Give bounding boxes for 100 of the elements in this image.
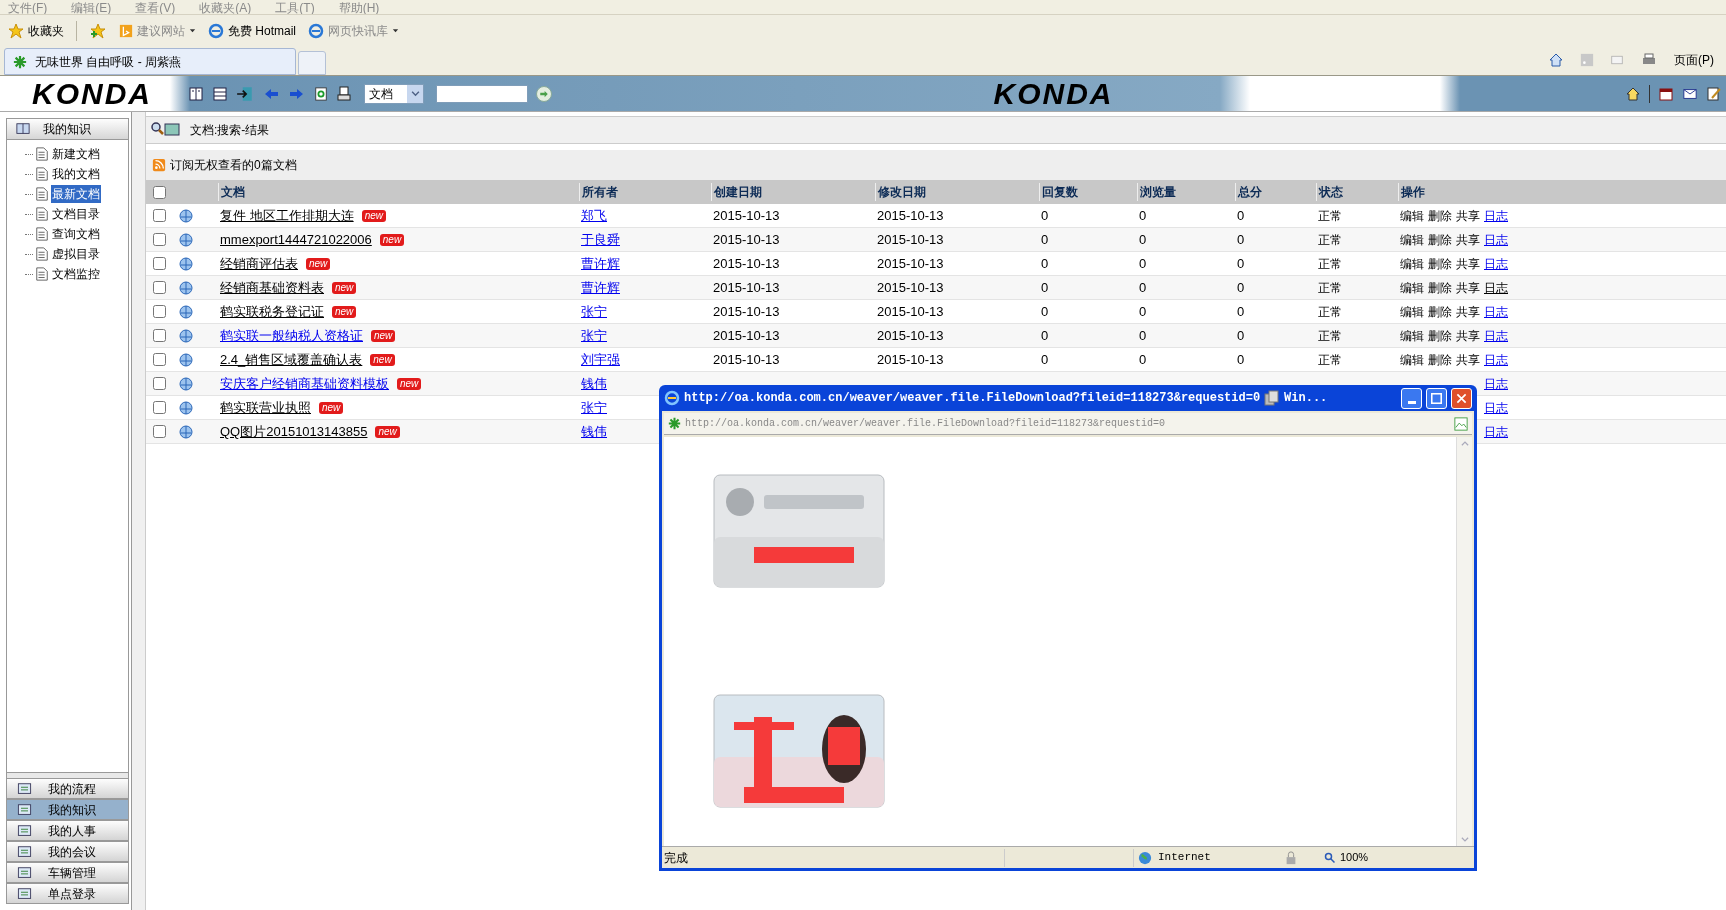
document-link[interactable]: 复件 地区工作排期大连 [220,205,354,226]
sparkle-icon [13,54,27,69]
action-text[interactable]: 删除 [1428,278,1452,297]
owner-link[interactable]: 曹许辉 [581,255,620,271]
owner-link[interactable]: 张宁 [581,399,607,415]
action-text[interactable]: 编辑 [1400,230,1424,249]
row-checkbox[interactable] [152,281,166,294]
action-text[interactable]: 编辑 [1400,206,1424,225]
nav-item[interactable]: 我的人事 [6,820,129,841]
action-text[interactable]: 编辑 [1400,326,1424,345]
document-link[interactable]: 2.4_销售区域覆盖确认表 [220,349,363,370]
row-checkbox[interactable] [152,401,166,414]
table-cell: 2015-10-13 [713,279,780,295]
go-button[interactable] [536,85,552,102]
module-icon [17,886,32,901]
action-text[interactable]: 共享 [1456,350,1480,369]
favorites-item[interactable]: 免费 Hotmail [208,21,296,40]
search-field[interactable] [436,84,528,103]
close-button[interactable] [1451,387,1472,409]
logo: KONDA [993,78,1115,109]
table-cell: 0 [1237,207,1245,223]
nav-item[interactable]: 车辆管理 [6,862,129,883]
owner-link[interactable]: 曹许辉 [581,279,620,295]
action-text[interactable]: 编辑 [1400,254,1424,273]
owner-link[interactable]: 郑飞 [581,207,607,223]
log-link[interactable]: 日志 [1484,374,1508,393]
log-link[interactable]: 日志 [1484,206,1508,225]
document-link[interactable]: 鹤实联营业执照 [220,397,311,418]
minimize-button[interactable] [1401,387,1422,409]
tree-item[interactable]: 文档目录 [51,205,101,223]
tree-item[interactable]: 文档监控 [51,265,101,283]
owner-link[interactable]: 刘宇强 [581,351,620,367]
action-text[interactable]: 共享 [1456,254,1480,273]
column-header: 操作 [1401,185,1425,199]
document-link[interactable]: 经销商基础资料表 [220,277,324,298]
document-link[interactable]: 鹤实联税务登记证 [220,301,324,322]
scope-select[interactable]: 文档 [364,83,424,104]
action-text[interactable]: 删除 [1428,326,1452,345]
log-link[interactable]: 日志 [1484,326,1508,345]
row-checkbox[interactable] [152,425,166,438]
log-link[interactable]: 日志 [1484,302,1508,321]
column-header: 修改日期 [878,185,926,199]
tree-item[interactable]: 查询文档 [51,225,101,243]
owner-link[interactable]: 钱伟 [581,375,607,391]
document-link[interactable]: 经销商评估表 [220,253,298,274]
owner-link[interactable]: 张宁 [581,303,607,319]
nav-item[interactable]: 我的知识 [6,799,129,820]
log-link[interactable]: 日志 [1484,350,1508,369]
table-cell: 2015-10-13 [877,303,944,319]
document-link[interactable]: 鹤实联一般纳税人资格证 [220,325,363,346]
log-link[interactable]: 日志 [1484,278,1508,297]
browser-tab[interactable]: 无味世界 自由呼吸 - 周紫燕 [4,48,296,75]
select-all-checkbox[interactable] [152,185,166,199]
document-link[interactable]: 安庆客户经销商基础资料模板 [220,373,389,394]
row-checkbox[interactable] [152,257,166,270]
action-text[interactable]: 编辑 [1400,278,1424,297]
tree-item[interactable]: 虚拟目录 [51,245,101,263]
maximize-button[interactable] [1426,387,1447,409]
table-cell: 正常 [1318,304,1342,319]
page-menu[interactable]: 页面(P) [1674,51,1714,69]
action-text[interactable]: 编辑 [1400,350,1424,369]
action-text[interactable]: 删除 [1428,302,1452,321]
owner-link[interactable]: 于良舜 [581,231,620,247]
new-badge: new [379,233,405,246]
nav-item[interactable]: 我的流程 [6,778,129,799]
nav-item[interactable]: 我的会议 [6,841,129,862]
action-text[interactable]: 共享 [1456,230,1480,249]
row-checkbox[interactable] [152,209,166,222]
row-checkbox[interactable] [152,329,166,342]
row-checkbox[interactable] [152,305,166,318]
nav-item[interactable]: 单点登录 [6,883,129,904]
document-link[interactable]: mmexport1444721022006 [220,229,372,250]
row-checkbox[interactable] [152,377,166,390]
action-text[interactable]: 删除 [1428,230,1452,249]
log-link[interactable]: 日志 [1484,254,1508,273]
action-text[interactable]: 共享 [1456,278,1480,297]
log-link[interactable]: 日志 [1484,230,1508,249]
document-icon [35,166,49,182]
action-text[interactable]: 删除 [1428,350,1452,369]
action-text[interactable]: 共享 [1456,206,1480,225]
zoom-level[interactable]: 100% [1340,849,1369,866]
document-link[interactable]: QQ图片20151013143855 [220,421,368,442]
ie-icon [664,390,680,406]
row-checkbox[interactable] [152,353,166,366]
action-text[interactable]: 删除 [1428,254,1452,273]
table-cell: 0 [1041,351,1049,367]
action-text[interactable]: 共享 [1456,302,1480,321]
action-text[interactable]: 编辑 [1400,302,1424,321]
table-cell: 2015-10-13 [713,351,780,367]
owner-link[interactable]: 张宁 [581,327,607,343]
log-link[interactable]: 日志 [1484,422,1508,441]
owner-link[interactable]: 钱伟 [581,423,607,439]
tree-item[interactable]: 最新文档 [51,185,101,203]
favorites-item[interactable]: 收藏夹 [8,21,64,40]
log-link[interactable]: 日志 [1484,398,1508,417]
action-text[interactable]: 删除 [1428,206,1452,225]
tree-item[interactable]: 我的文档 [51,165,101,183]
tree-item[interactable]: 新建文档 [51,145,101,163]
row-checkbox[interactable] [152,233,166,246]
action-text[interactable]: 共享 [1456,326,1480,345]
